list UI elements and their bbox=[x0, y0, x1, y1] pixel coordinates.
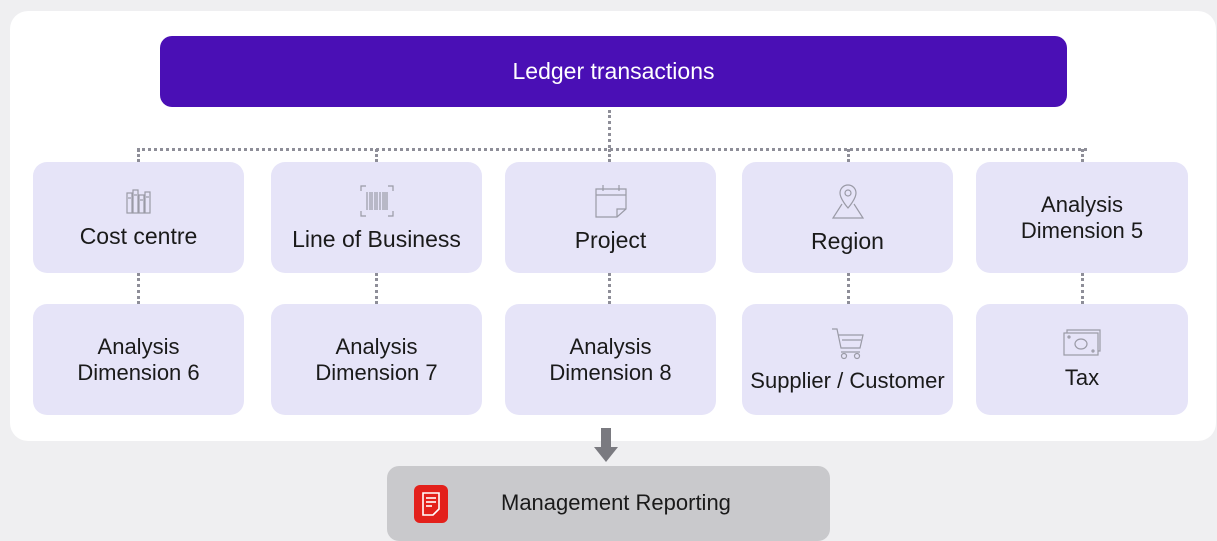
connector-line-of-business-to-dimension-7 bbox=[375, 273, 378, 304]
ledger-label: Ledger transactions bbox=[512, 58, 715, 84]
analysis-dimension-7-box: Analysis Dimension 7 bbox=[271, 304, 482, 415]
analysis-dimension-5-line1: Analysis bbox=[1041, 191, 1123, 217]
connector-to-dimension-5 bbox=[1081, 149, 1084, 162]
tax-box: Tax bbox=[976, 304, 1188, 415]
management-reporting-box: Management Reporting bbox=[387, 466, 830, 541]
map-pin-icon bbox=[829, 182, 867, 220]
cost-centre-label: Cost centre bbox=[79, 222, 198, 249]
line-of-business-label: Line of Business bbox=[292, 225, 461, 252]
banknote-icon bbox=[1062, 328, 1102, 357]
connector-cost-centre-to-dimension-6 bbox=[137, 273, 140, 304]
analysis-dimension-8-box: Analysis Dimension 8 bbox=[505, 304, 716, 415]
analysis-dimension-7-line2: Dimension 7 bbox=[315, 359, 438, 385]
connector-to-project bbox=[608, 149, 611, 162]
analysis-dimension-5-line2: Dimension 5 bbox=[1020, 217, 1144, 243]
calendar-icon bbox=[593, 183, 629, 219]
analysis-dimension-6-box: Analysis Dimension 6 bbox=[33, 304, 244, 415]
connector-horizontal-bus bbox=[137, 148, 1087, 151]
cost-centre-box: Cost centre bbox=[33, 162, 244, 273]
project-box: Project bbox=[505, 162, 716, 273]
connector-ledger-down bbox=[608, 110, 611, 148]
analysis-dimension-8-line1: Analysis bbox=[569, 333, 652, 359]
analysis-dimension-8-line2: Dimension 8 bbox=[549, 359, 672, 385]
line-of-business-box: Line of Business bbox=[271, 162, 482, 273]
tax-label: Tax bbox=[1064, 364, 1100, 390]
analysis-dimension-6-line1: Analysis bbox=[97, 333, 180, 359]
shopping-cart-icon bbox=[830, 326, 866, 360]
supplier-customer-box: Supplier / Customer bbox=[742, 304, 953, 415]
supplier-customer-label: Supplier / Customer bbox=[750, 367, 945, 393]
analysis-dimension-5-box: Analysis Dimension 5 bbox=[976, 162, 1188, 273]
region-label: Region bbox=[811, 227, 884, 254]
connector-to-cost-centre bbox=[137, 149, 140, 162]
analysis-dimension-6-line2: Dimension 6 bbox=[77, 359, 200, 385]
connector-to-region bbox=[847, 149, 850, 162]
connector-dimension-5-to-tax bbox=[1081, 273, 1084, 304]
connector-region-to-supplier-customer bbox=[847, 273, 850, 304]
analysis-dimension-7-line1: Analysis bbox=[335, 333, 418, 359]
project-label: Project bbox=[574, 226, 647, 253]
books-icon bbox=[124, 187, 154, 215]
connector-project-to-dimension-8 bbox=[608, 273, 611, 304]
management-reporting-label: Management Reporting bbox=[501, 490, 731, 515]
report-document-icon bbox=[414, 485, 448, 523]
connector-to-line-of-business bbox=[375, 149, 378, 162]
down-arrow-icon bbox=[594, 428, 618, 462]
ledger-transactions-box: Ledger transactions bbox=[160, 36, 1067, 107]
barcode-icon bbox=[359, 184, 395, 218]
region-box: Region bbox=[742, 162, 953, 273]
